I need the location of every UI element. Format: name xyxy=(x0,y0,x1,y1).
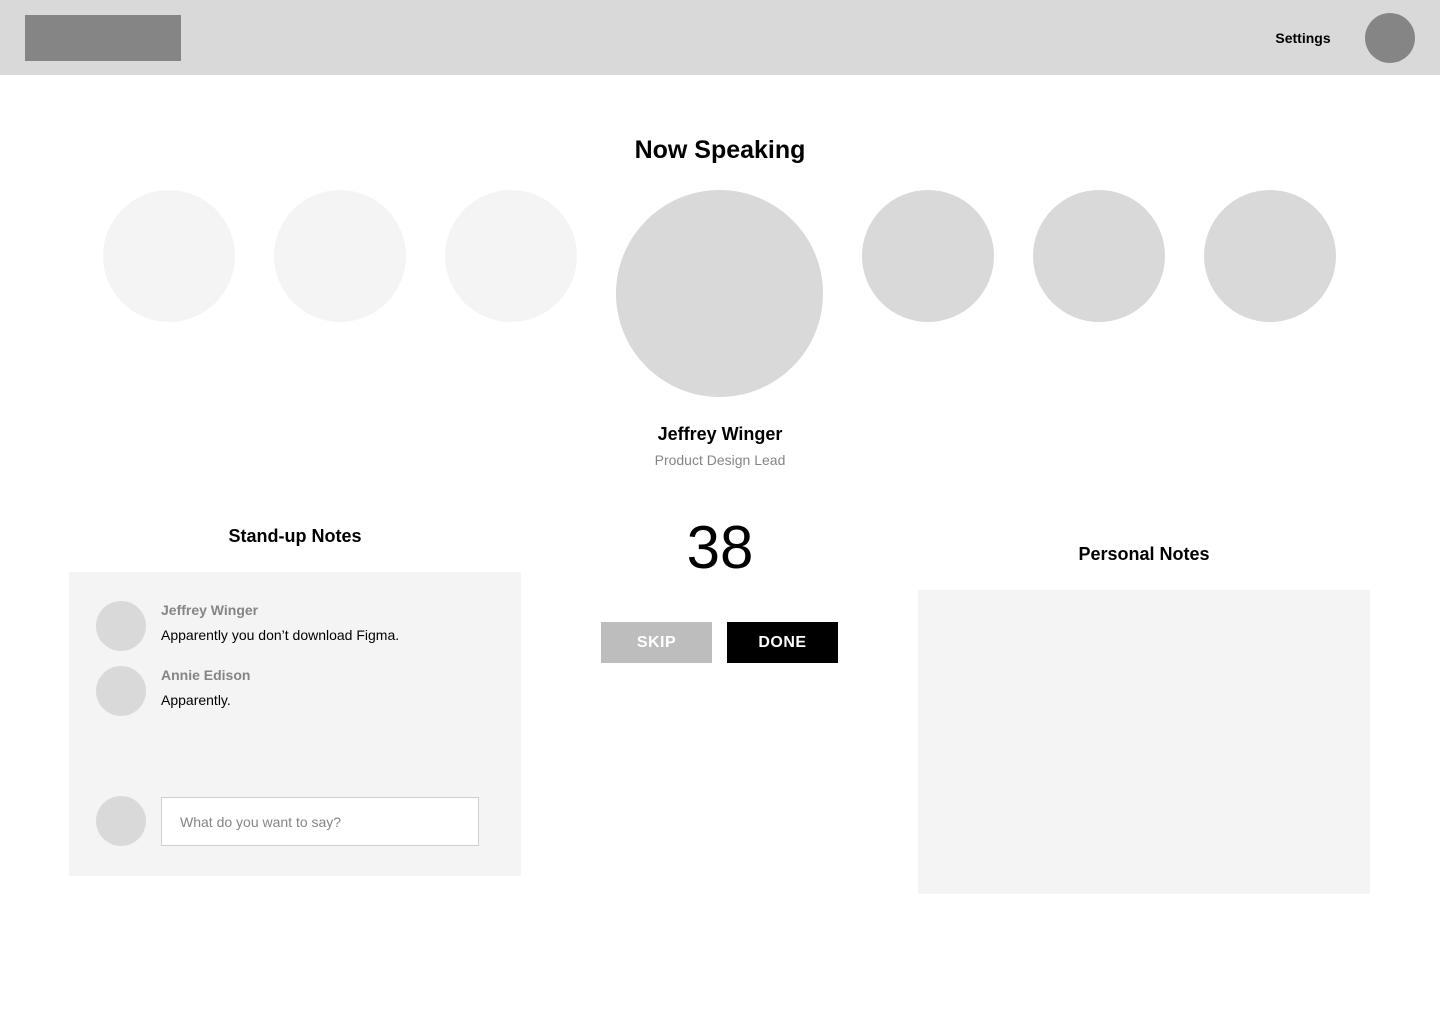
queue-avatar-upcoming xyxy=(862,190,994,322)
standup-note-input[interactable] xyxy=(161,797,479,846)
message-author: Jeffrey Winger xyxy=(161,602,259,618)
standup-notes-panel: Jeffrey Winger Apparently you don’t down… xyxy=(69,572,521,876)
now-speaking-heading: Now Speaking xyxy=(634,136,806,164)
current-speaker-name: Jeffrey Winger xyxy=(657,424,783,444)
logo[interactable] xyxy=(25,15,181,61)
settings-link[interactable]: Settings xyxy=(1264,29,1342,47)
personal-notes-panel xyxy=(918,590,1370,894)
standup-notes-title: Stand-up Notes xyxy=(228,526,362,546)
speaker-timer: 38 xyxy=(686,514,754,581)
personal-notes-textarea[interactable] xyxy=(918,590,1370,894)
message-avatar xyxy=(96,666,146,716)
queue-avatar-upcoming xyxy=(1033,190,1165,322)
done-button[interactable]: DONE xyxy=(727,622,838,663)
message-text: Apparently you don’t download Figma. xyxy=(161,627,400,643)
composer-avatar xyxy=(96,796,146,846)
queue-avatar-upcoming xyxy=(1204,190,1336,322)
queue-avatar-completed xyxy=(103,190,235,322)
queue-avatar-completed xyxy=(445,190,577,322)
message-text: Apparently. xyxy=(161,692,231,708)
queue-avatar-completed xyxy=(274,190,406,322)
message-author: Annie Edison xyxy=(161,667,251,683)
message-avatar xyxy=(96,601,146,651)
current-speaker-avatar xyxy=(616,190,823,397)
current-speaker-role: Product Design Lead xyxy=(654,452,786,468)
skip-button[interactable]: SKIP xyxy=(601,622,712,663)
personal-notes-title: Personal Notes xyxy=(1078,544,1210,564)
top-navigation-bar: Settings xyxy=(0,0,1440,75)
user-avatar[interactable] xyxy=(1365,13,1415,63)
